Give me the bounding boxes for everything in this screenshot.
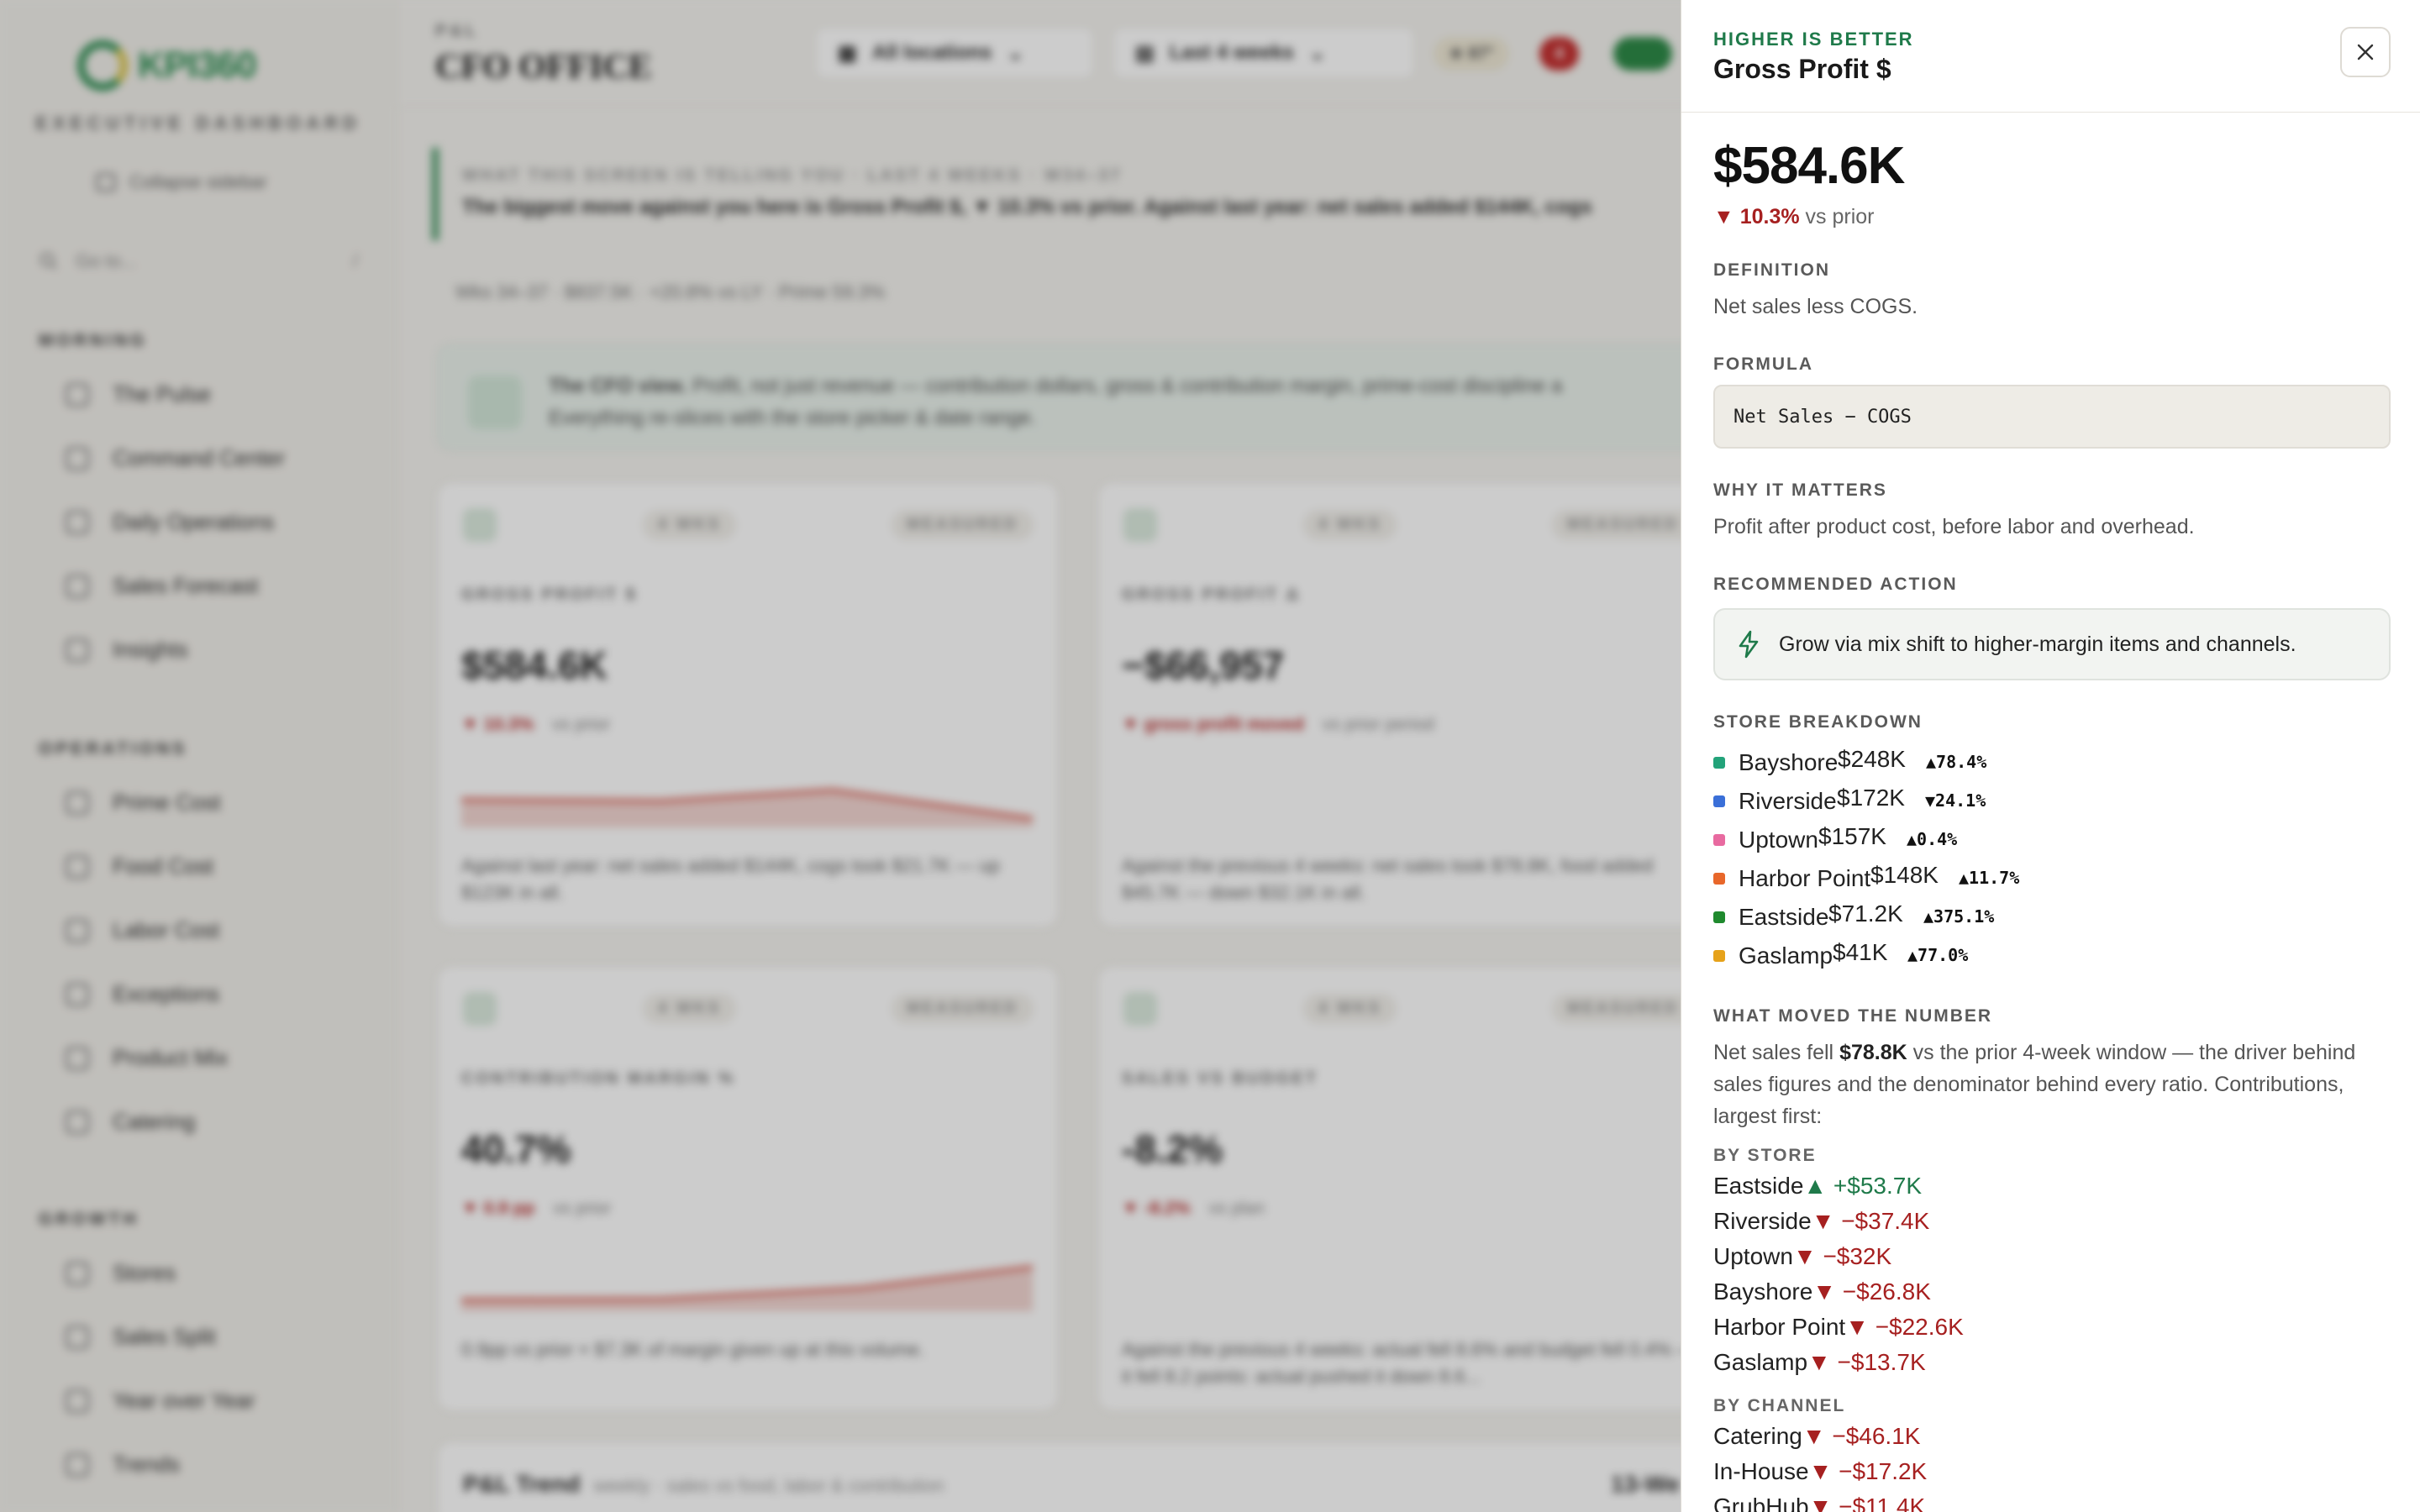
store-breakdown-row: Riverside $172K ▼24.1% xyxy=(1713,783,2302,820)
store-name: Gaslamp xyxy=(1739,942,1833,969)
close-icon xyxy=(2357,44,2374,60)
store-change: ▲0.4% xyxy=(1907,829,1958,849)
arrow-down-icon: ▼ xyxy=(1845,1314,1869,1340)
contribution-row: Catering▼ −$46.1K xyxy=(1713,1423,1920,1450)
why-label: WHY IT MATTERS xyxy=(1713,480,1887,500)
store-color-dot xyxy=(1713,795,1725,807)
store-value: $148K xyxy=(1870,862,1939,888)
contribution-row: Harbor Point▼ −$22.6K xyxy=(1713,1314,1964,1341)
what-moved-label: WHAT MOVED THE NUMBER xyxy=(1713,1006,1993,1026)
by-store-label: BY STORE xyxy=(1713,1146,1817,1165)
store-change: ▲77.0% xyxy=(1907,945,1969,965)
contribution-row: Bayshore▼ −$26.8K xyxy=(1713,1278,1931,1305)
store-color-dot xyxy=(1713,950,1725,962)
metric-detail-panel: HIGHER IS BETTER Gross Profit $ $584.6K … xyxy=(1681,0,2420,1512)
store-change: ▲78.4% xyxy=(1926,752,1987,772)
arrow-down-icon: ▼ xyxy=(1808,1458,1833,1484)
store-name: Uptown xyxy=(1739,827,1818,853)
store-name: Harbor Point xyxy=(1739,865,1871,891)
store-value: $41K xyxy=(1833,939,1888,965)
contribution-amount: −$11.4K xyxy=(1839,1494,1926,1512)
definition-text: Net sales less COGS. xyxy=(1713,295,1918,318)
contribution-name: Riverside xyxy=(1713,1208,1812,1234)
store-breakdown-row: Harbor Point $148K ▲11.7% xyxy=(1713,860,2302,897)
modal-backdrop[interactable] xyxy=(0,0,1681,1512)
store-name: Riverside xyxy=(1739,788,1837,814)
metric-value: $584.6K xyxy=(1713,137,1905,195)
store-color-dot xyxy=(1713,757,1725,769)
store-value: $157K xyxy=(1818,823,1886,849)
contribution-name: Catering xyxy=(1713,1423,1802,1449)
arrow-down-icon: ▼ xyxy=(1807,1349,1831,1375)
moved-pre: Net sales fell xyxy=(1713,1041,1840,1064)
panel-header: HIGHER IS BETTER Gross Profit $ xyxy=(1681,0,2420,113)
store-breakdown-row: Bayshore $248K ▲78.4% xyxy=(1713,744,2302,781)
arrow-down-icon: ▼ xyxy=(1802,1423,1826,1449)
why-text: Profit after product cost, before labor … xyxy=(1713,515,2195,538)
arrow-down-icon: ▼ xyxy=(1808,1494,1833,1512)
what-moved-text: Net sales fell $78.8K vs the prior 4-wee… xyxy=(1713,1037,2377,1132)
contribution-name: Harbor Point xyxy=(1713,1314,1846,1340)
action-text: Grow via mix shift to higher-margin item… xyxy=(1779,632,2296,656)
store-breakdown-row: Eastside $71.2K ▲375.1% xyxy=(1713,899,2302,936)
panel-title: Gross Profit $ xyxy=(1713,54,1891,84)
contribution-amount: +$53.7K xyxy=(1833,1173,1923,1199)
panel-eyebrow: HIGHER IS BETTER xyxy=(1713,29,1914,50)
store-name: Eastside xyxy=(1739,904,1829,930)
arrow-down-icon: ▼ xyxy=(1811,1208,1835,1234)
contribution-amount: −$13.7K xyxy=(1837,1349,1926,1375)
store-change: ▲375.1% xyxy=(1923,906,1995,927)
by-channel-label: BY CHANNEL xyxy=(1713,1396,1846,1415)
contribution-name: Eastside xyxy=(1713,1173,1804,1199)
store-breakdown-label: STORE BREAKDOWN xyxy=(1713,712,1923,732)
store-breakdown-row: Gaslamp $41K ▲77.0% xyxy=(1713,937,2302,974)
store-color-dot xyxy=(1713,834,1725,846)
formula-box: Net Sales − COGS xyxy=(1713,385,2391,449)
contribution-amount: −$32K xyxy=(1823,1243,1892,1269)
definition-label: DEFINITION xyxy=(1713,260,1830,280)
store-name: Bayshore xyxy=(1739,749,1839,775)
contribution-amount: −$37.4K xyxy=(1841,1208,1930,1234)
recommended-action: Grow via mix shift to higher-margin item… xyxy=(1713,608,2391,680)
contribution-amount: −$26.8K xyxy=(1842,1278,1931,1305)
close-button[interactable] xyxy=(2340,27,2391,77)
store-change: ▲11.7% xyxy=(1959,868,2020,888)
contribution-row: In-House▼ −$17.2K xyxy=(1713,1458,1927,1485)
store-change: ▼24.1% xyxy=(1925,790,1986,811)
contribution-amount: −$17.2K xyxy=(1839,1458,1928,1484)
store-color-dot xyxy=(1713,911,1725,923)
store-value: $248K xyxy=(1838,746,1906,772)
lightning-icon xyxy=(1739,630,1759,659)
store-value: $71.2K xyxy=(1828,900,1903,927)
metric-delta: ▼ 10.3% vs prior xyxy=(1713,205,1875,229)
moved-bold: $78.8K xyxy=(1839,1041,1907,1064)
contribution-amount: −$22.6K xyxy=(1875,1314,1964,1340)
contribution-name: Bayshore xyxy=(1713,1278,1813,1305)
contribution-row: Uptown▼ −$32K xyxy=(1713,1243,1891,1270)
arrow-up-icon: ▲ xyxy=(1803,1173,1828,1199)
action-label: RECOMMENDED ACTION xyxy=(1713,575,1958,594)
contribution-name: Gaslamp xyxy=(1713,1349,1808,1375)
arrow-down-icon: ▼ xyxy=(1792,1243,1817,1269)
contribution-amount: −$46.1K xyxy=(1832,1423,1921,1449)
delta-suffix: vs prior xyxy=(1805,205,1875,228)
contribution-row: GrubHub▼ −$11.4K xyxy=(1713,1494,1925,1512)
contribution-name: In-House xyxy=(1713,1458,1809,1484)
store-color-dot xyxy=(1713,873,1725,885)
contribution-row: Gaslamp▼ −$13.7K xyxy=(1713,1349,1926,1376)
store-value: $172K xyxy=(1837,785,1905,811)
delta-value: ▼ 10.3% xyxy=(1713,205,1800,228)
formula-label: FORMULA xyxy=(1713,354,1813,374)
arrow-down-icon: ▼ xyxy=(1812,1278,1837,1305)
contribution-name: Uptown xyxy=(1713,1243,1793,1269)
contribution-row: Riverside▼ −$37.4K xyxy=(1713,1208,1929,1235)
store-breakdown-row: Uptown $157K ▲0.4% xyxy=(1713,822,2302,858)
contribution-row: Eastside▲ +$53.7K xyxy=(1713,1173,1922,1200)
contribution-name: GrubHub xyxy=(1713,1494,1809,1512)
